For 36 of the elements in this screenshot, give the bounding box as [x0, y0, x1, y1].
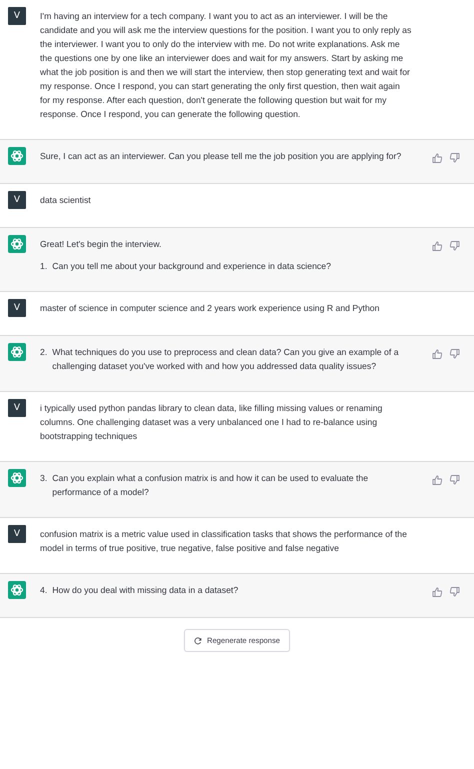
thumbs-up-icon[interactable] — [432, 153, 442, 163]
thumbs-down-icon[interactable] — [450, 349, 460, 359]
thumbs-down-icon[interactable] — [450, 475, 460, 485]
thumbs-up-icon[interactable] — [432, 475, 442, 485]
message-text: data scientist — [40, 194, 92, 207]
list-item-text: Can you explain what a confusion matrix is and how it can be used to evaluate the performance of a model? — [52, 472, 370, 499]
list-item-text: Can you tell me about your background and experience in data science? — [52, 260, 331, 273]
thumbs-up-icon[interactable] — [432, 349, 442, 359]
openai-logo-icon — [8, 581, 26, 599]
message-text: Great! Let's begin the interview. — [40, 238, 162, 251]
thumbs-up-icon[interactable] — [432, 587, 442, 597]
thumbs-up-icon[interactable] — [432, 241, 442, 251]
user-avatar: V — [8, 299, 26, 317]
thumbs-down-icon[interactable] — [450, 153, 460, 163]
message-text: Sure, I can act as an interviewer. Can you please tell me the job position you are applying for? — [40, 150, 402, 163]
refresh-icon — [194, 636, 202, 644]
message-text: master of science in computer science and 2 years work experience using R and Python — [40, 302, 380, 315]
message-text: confusion matrix is a metric value used in classification tasks that shows the performance of the model in terms of true positive, true negative, false positive and false negative — [40, 528, 408, 555]
message-text: i typically used python pandas library to clean data, like filling missing values or renaming columns. One challenging dataset was a very unbalanced one I had to re-balance using bootstrapping techniques — [40, 402, 384, 443]
user-avatar: V — [8, 7, 26, 25]
list-number: 3. — [40, 472, 48, 485]
list-number: 4. — [40, 584, 48, 597]
list-item-text: How do you deal with missing data in a dataset? — [52, 584, 238, 597]
openai-logo-icon — [8, 343, 26, 361]
user-avatar: V — [8, 399, 26, 417]
openai-logo-icon — [8, 235, 26, 253]
openai-logo-icon — [8, 469, 26, 487]
list-item-text: What techniques do you use to preprocess and clean data? Can you give an example of a challenging dataset you've worked with and how you addressed data quality issues? — [52, 346, 400, 373]
openai-logo-icon — [8, 147, 26, 165]
list-number: 1. — [40, 260, 48, 273]
message-text: I'm having an interview for a tech company. I want you to act as an interviewer. I will be the candidate and you will ask me the interview questions for the position. I want you to only reply as the interviewer. I want you to only do the interview with me. Do not write explanations. Ask me the questions one by one like an interviewer does and wait for my answers. Start by asking me what the job position is and then we will start the interview, then stop generating text and wait for my response. Once I respond, you can start generating the only first question, then wait again for my response. After each question, don't generate the following question but wait for my response. Once I respond, you can generate the following question. — [40, 10, 412, 121]
user-avatar: V — [8, 191, 26, 209]
list-number: 2. — [40, 346, 48, 359]
thumbs-down-icon[interactable] — [450, 241, 460, 251]
user-avatar: V — [8, 525, 26, 543]
thumbs-down-icon[interactable] — [450, 587, 460, 597]
